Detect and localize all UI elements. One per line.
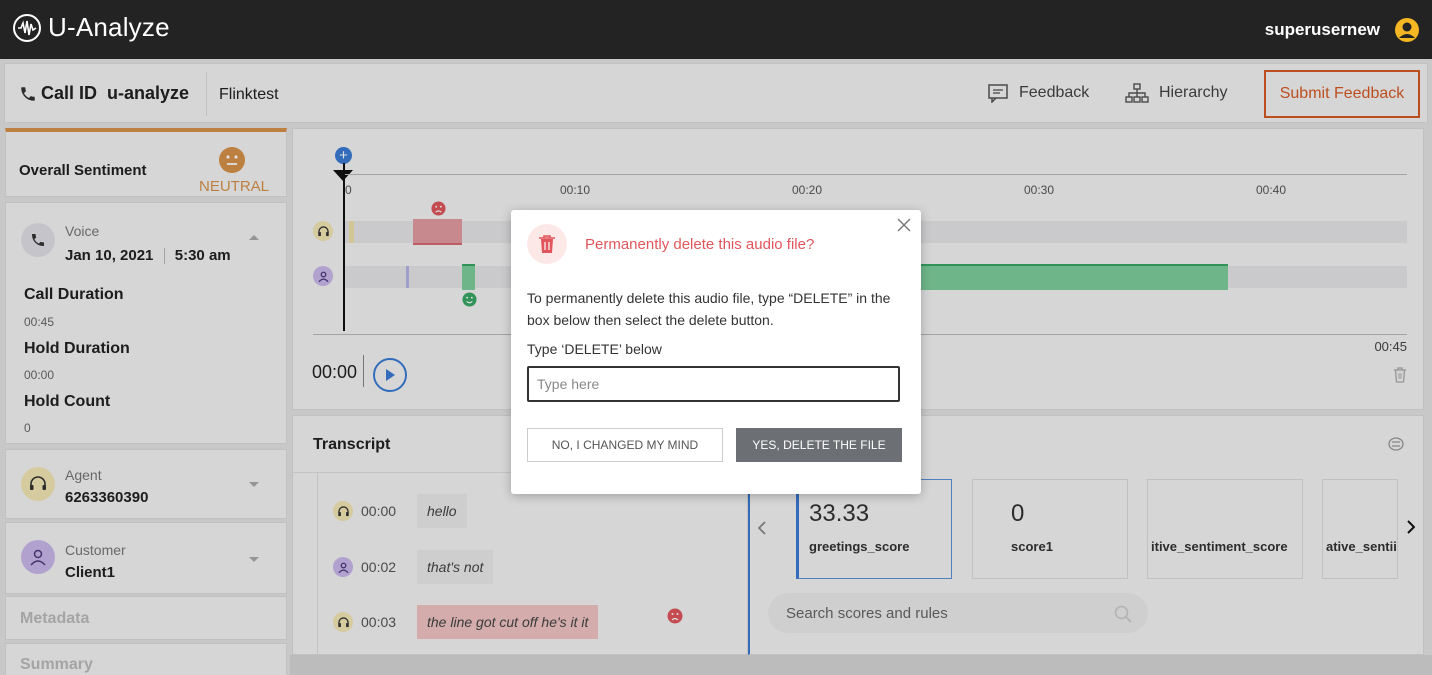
app-name: U-Analyze bbox=[48, 12, 170, 42]
waveform-logo-icon bbox=[13, 13, 41, 42]
input-label: Type ‘DELETE’ below bbox=[527, 341, 662, 357]
dialog-title: Permanently delete this audio file? bbox=[585, 236, 815, 253]
delete-audio-dialog: Permanently delete this audio file? To p… bbox=[511, 210, 921, 494]
delete-file-button[interactable]: YES, DELETE THE FILE bbox=[736, 428, 902, 462]
top-bar: U-Analyze superusernew bbox=[0, 0, 1432, 59]
app-logo[interactable]: U-Analyze bbox=[12, 12, 170, 43]
close-icon[interactable] bbox=[895, 216, 913, 234]
cancel-button[interactable]: NO, I CHANGED MY MIND bbox=[527, 428, 723, 462]
user-avatar-icon[interactable] bbox=[1394, 17, 1420, 48]
dialog-message: To permanently delete this audio file, t… bbox=[527, 290, 891, 328]
delete-confirm-input[interactable] bbox=[527, 366, 900, 402]
trash-icon bbox=[527, 224, 567, 264]
username[interactable]: superusernew bbox=[1265, 20, 1380, 40]
